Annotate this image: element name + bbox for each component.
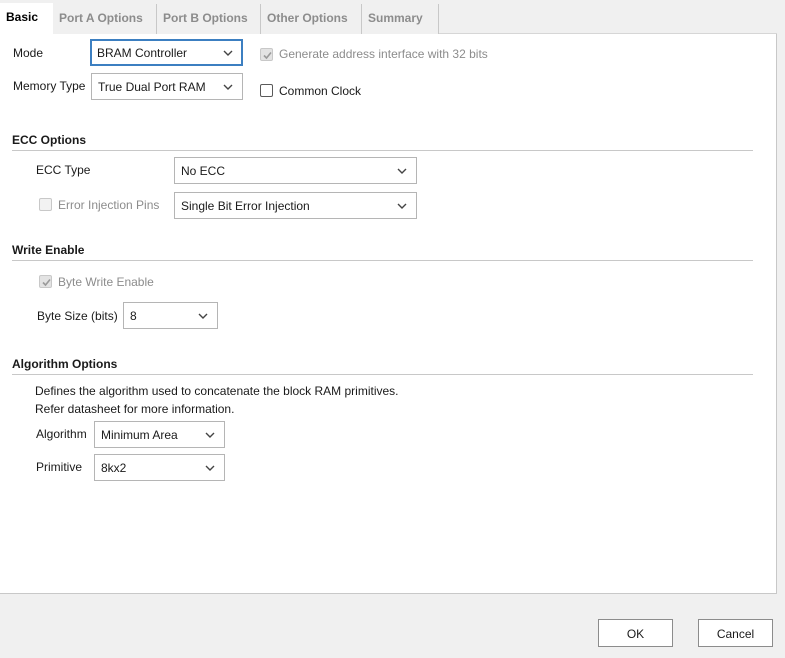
ecc-type-select-value: No ECC	[181, 164, 226, 178]
memory-type-select[interactable]: True Dual Port RAM	[91, 73, 243, 100]
chevron-down-icon	[197, 310, 209, 322]
cancel-button[interactable]: Cancel	[698, 619, 773, 647]
chevron-down-icon	[222, 47, 234, 59]
byte-size-select[interactable]: 8	[123, 302, 218, 329]
algorithm-description-line2: Refer datasheet for more information.	[35, 402, 235, 416]
tab-other-options[interactable]: Other Options	[261, 4, 362, 34]
byte-write-enable-checkbox[interactable]	[39, 275, 52, 288]
algorithm-divider	[12, 374, 753, 375]
ecc-options-heading: ECC Options	[12, 133, 86, 147]
checkmark-icon	[263, 51, 272, 60]
ecc-type-select[interactable]: No ECC	[174, 157, 417, 184]
tab-port-a-options[interactable]: Port A Options	[53, 4, 157, 34]
primitive-select-value: 8kx2	[101, 461, 127, 475]
checkmark-icon	[42, 278, 51, 287]
primitive-label: Primitive	[36, 460, 83, 474]
chevron-down-icon	[204, 429, 216, 441]
mode-select-value: BRAM Controller	[97, 46, 188, 60]
generate-address-label: Generate address interface with 32 bits	[279, 47, 488, 61]
write-enable-heading: Write Enable	[12, 243, 85, 257]
mode-label: Mode	[13, 46, 44, 60]
algorithm-description-line1: Defines the algorithm used to concatenat…	[35, 384, 399, 398]
common-clock-checkbox[interactable]	[260, 84, 273, 97]
byte-write-enable-label: Byte Write Enable	[58, 275, 154, 289]
algorithm-select-value: Minimum Area	[101, 428, 178, 442]
memory-type-label: Memory Type	[13, 79, 86, 93]
chevron-down-icon	[222, 81, 234, 93]
chevron-down-icon	[396, 165, 408, 177]
chevron-down-icon	[204, 462, 216, 474]
ecc-divider	[12, 150, 753, 151]
error-injection-checkbox[interactable]	[39, 198, 52, 211]
tab-bar: Basic Port A Options Port B Options Othe…	[0, 0, 777, 35]
generate-address-checkbox[interactable]	[260, 48, 273, 61]
tab-summary[interactable]: Summary	[362, 4, 439, 34]
error-injection-select-value: Single Bit Error Injection	[181, 199, 310, 213]
error-injection-label: Error Injection Pins	[58, 198, 160, 212]
tab-port-b-options[interactable]: Port B Options	[157, 4, 261, 34]
primitive-select[interactable]: 8kx2	[94, 454, 225, 481]
mode-select[interactable]: BRAM Controller	[90, 39, 243, 66]
tab-basic[interactable]: Basic	[0, 3, 53, 35]
ecc-type-label: ECC Type	[36, 163, 91, 177]
byte-size-label: Byte Size (bits)	[37, 309, 118, 323]
algorithm-label: Algorithm	[36, 427, 87, 441]
memory-type-select-value: True Dual Port RAM	[98, 80, 206, 94]
common-clock-label: Common Clock	[279, 84, 362, 98]
algorithm-select[interactable]: Minimum Area	[94, 421, 225, 448]
write-enable-divider	[12, 260, 753, 261]
chevron-down-icon	[396, 200, 408, 212]
algorithm-options-heading: Algorithm Options	[12, 357, 118, 371]
ok-button[interactable]: OK	[598, 619, 673, 647]
ip-customization-panel: Basic Port A Options Port B Options Othe…	[0, 0, 777, 594]
byte-size-select-value: 8	[130, 309, 137, 323]
error-injection-select[interactable]: Single Bit Error Injection	[174, 192, 417, 219]
